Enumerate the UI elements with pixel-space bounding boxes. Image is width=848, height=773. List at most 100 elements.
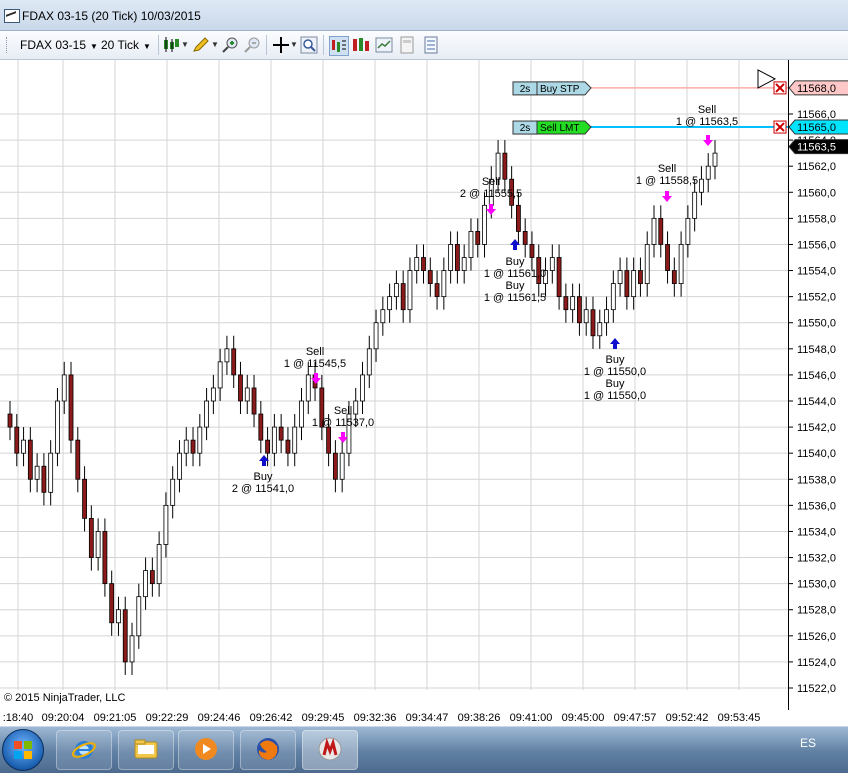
magnifier-icon[interactable]: [300, 36, 318, 54]
time-tick-label: 09:24:46: [198, 712, 241, 724]
candle-down: [671, 270, 677, 284]
zoom-in-icon[interactable]: [221, 36, 239, 54]
candle-down: [400, 283, 406, 311]
taskbar-internet-explorer[interactable]: [56, 730, 112, 770]
execution-side: Buy: [254, 471, 273, 483]
candle-up: [61, 374, 67, 402]
candle-up: [170, 478, 176, 506]
candle-down: [455, 244, 460, 271]
chart-panel[interactable]: 2s Buy STP 2s Sell LMT Buy 2 @ 11541,0 Sell 1 @…: [0, 60, 788, 690]
candle-down: [522, 231, 528, 245]
candle-up: [387, 296, 393, 311]
candle-down: [109, 583, 115, 624]
candle-up: [204, 400, 209, 428]
chevron-down-icon[interactable]: ▼: [211, 40, 219, 49]
candle-up: [617, 270, 623, 284]
price-tick-label: 11566,0: [797, 109, 836, 121]
instrument-label: FDAX 03-15: [20, 38, 87, 52]
windows-logo-icon: [14, 741, 22, 749]
price-tick-label: 11550,0: [797, 318, 836, 330]
candle-up: [183, 439, 189, 454]
candle-up: [210, 387, 216, 402]
price-tick-label: 11546,0: [797, 370, 836, 382]
time-tick-label: :18:40: [3, 712, 34, 724]
execution-fill: 1 @ 11563,5: [676, 116, 738, 128]
chevron-down-icon[interactable]: ▼: [290, 40, 298, 49]
execution-fill: 1 @ 11550,0: [584, 390, 646, 402]
properties-icon[interactable]: [375, 36, 393, 54]
price-axis-labels: 11522,0 11524,0 11526,0 11528,0 11530,0 11532…: [788, 80, 848, 695]
price-tick-label: 11526,0: [797, 631, 836, 643]
candle-down: [231, 348, 237, 376]
layout-icon[interactable]: [422, 36, 440, 54]
execution-fill: 2 @ 11541,0: [232, 483, 294, 495]
play-arrow-icon: [757, 69, 777, 89]
time-axis[interactable]: :18:40 09:20:04 09:21:05 09:22:29 09:24:46 09…: [0, 706, 788, 726]
candle-up: [339, 452, 345, 480]
price-tick-label: 11536,0: [797, 500, 836, 512]
candle-up: [393, 283, 399, 298]
time-tick-label: 09:26:42: [250, 712, 293, 724]
candle-up: [55, 400, 60, 454]
candle-up: [197, 426, 203, 454]
chart-trader-icon[interactable]: [352, 36, 370, 54]
instrument-selector[interactable]: FDAX 03-15 ▼: [20, 38, 98, 52]
taskbar-media-player[interactable]: [178, 730, 234, 770]
price-tick-label: 11558,0: [797, 213, 836, 225]
time-tick-label: 09:29:45: [302, 712, 345, 724]
chevron-down-icon[interactable]: ▼: [181, 40, 189, 49]
ninjatrader-icon: [318, 737, 342, 761]
candle-up: [95, 531, 101, 558]
candle-down: [41, 465, 47, 493]
candle-down: [75, 439, 81, 480]
candle-up: [373, 322, 379, 350]
execution-fill: 1 @ 11537,0: [312, 417, 374, 429]
candle-up: [414, 257, 420, 271]
language-indicator[interactable]: ES: [800, 736, 816, 750]
candlestick-icon[interactable]: [162, 36, 180, 54]
price-tick-label: 11544,0: [797, 396, 836, 408]
candle-up: [468, 231, 474, 258]
execution-side: Sell: [482, 176, 500, 188]
crosshair-icon[interactable]: [272, 36, 290, 54]
candle-up: [448, 244, 454, 271]
windows-logo-icon: [14, 751, 22, 759]
candle-up: [699, 178, 704, 193]
windows-logo-icon: [24, 751, 32, 759]
buy-stop-price-flag-text: 11568,0: [797, 83, 836, 95]
candle-down: [251, 387, 257, 415]
start-button[interactable]: [2, 729, 44, 771]
window-link-icon[interactable]: [398, 36, 416, 54]
time-tick-label: 09:53:45: [718, 712, 761, 724]
candle-down: [577, 296, 582, 324]
time-tick-label: 09:34:47: [406, 712, 449, 724]
candle-up: [292, 426, 298, 454]
candle-down: [475, 231, 481, 245]
candle-up: [217, 361, 223, 389]
data-box-icon[interactable]: [329, 36, 349, 56]
zoom-out-icon[interactable]: [243, 36, 261, 54]
candle-down: [427, 270, 433, 284]
taskbar-ninjatrader[interactable]: [302, 730, 358, 770]
interval-selector[interactable]: 20 Tick ▼: [101, 38, 151, 52]
candle-up: [583, 309, 589, 324]
price-axis[interactable]: 11522,0 11524,0 11526,0 11528,0 11530,0 11532…: [788, 60, 848, 710]
toolbar-grip[interactable]: [6, 37, 10, 53]
toolbar-separator: [158, 35, 159, 55]
execution-fill: 2 @ 11555,5: [460, 188, 522, 200]
candle-up: [380, 309, 386, 324]
internet-explorer-icon: [71, 741, 97, 759]
taskbar-firefox[interactable]: [240, 730, 296, 770]
pencil-icon[interactable]: [192, 36, 210, 54]
price-tick-label: 11528,0: [797, 605, 836, 617]
price-chart[interactable]: 2s Buy STP2s Sell LMTBuy2 @ 11541,0Sell1 @…: [0, 60, 788, 690]
time-tick-label: 09:20:04: [42, 712, 85, 724]
taskbar-explorer[interactable]: [118, 730, 174, 770]
time-tick-label: 09:41:00: [510, 712, 553, 724]
execution-side: Sell: [306, 346, 324, 358]
price-tick-label: 11542,0: [797, 422, 836, 434]
price-tick-label: 11524,0: [797, 657, 836, 669]
candle-down: [434, 283, 440, 298]
time-tick-label: 09:32:36: [354, 712, 397, 724]
execution-fill: 1 @ 11561,5: [484, 292, 546, 304]
